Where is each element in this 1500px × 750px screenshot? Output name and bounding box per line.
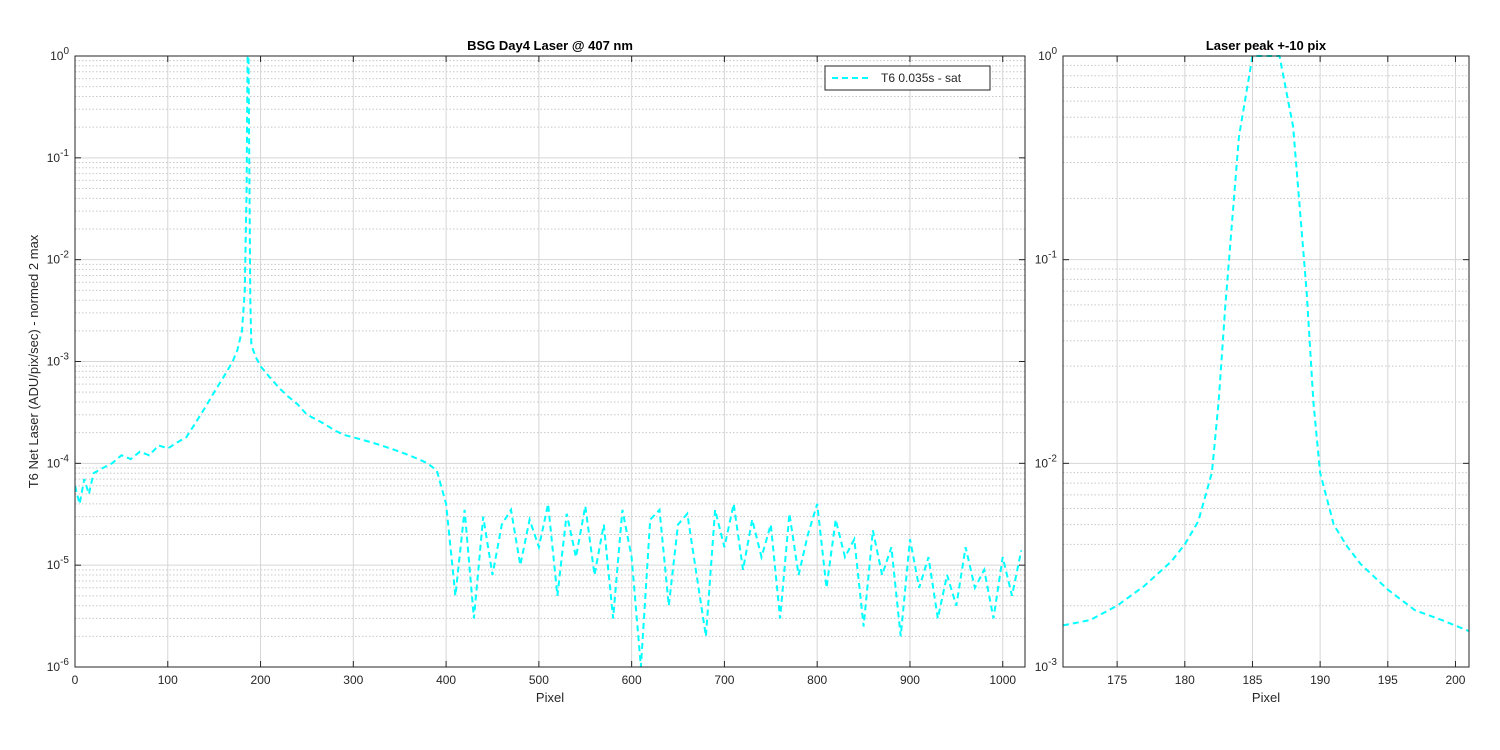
zoom-x-axis-label: Pixel xyxy=(1252,690,1280,705)
zoom-chart-title: Laser peak +-10 pix xyxy=(1206,38,1327,53)
zoom-x-tick-label: 175 xyxy=(1107,673,1127,687)
left-plot: 10-610-510-410-310-210-11000 100 200 300 400… xyxy=(26,38,1026,705)
main-x-tick-label: 1000 xyxy=(989,673,1016,687)
main-y-tick-label: 10-6 xyxy=(47,657,70,674)
main-x-tick-label: 800 xyxy=(807,673,827,687)
zoom-y-tick-label: 10-3 xyxy=(1035,657,1058,674)
zoom-x-tick-label: 180 xyxy=(1175,673,1195,687)
legend: T6 0.035s - sat xyxy=(824,65,991,91)
zoom-y-tick-label: 10-1 xyxy=(1035,250,1058,267)
main-y-tick-label: 10-1 xyxy=(47,148,70,165)
main-x-axis-label: Pixel xyxy=(536,690,564,705)
zoom-plot-area xyxy=(1063,56,1469,667)
main-x-tick-label: 100 xyxy=(158,673,178,687)
main-y-tick-label: 10-4 xyxy=(47,453,70,470)
main-x-tick-label: 600 xyxy=(622,673,642,687)
main-x-tick-label: 200 xyxy=(251,673,271,687)
main-x-tick-label: 400 xyxy=(436,673,456,687)
zoom-y-tick-label: 100 xyxy=(1038,46,1057,63)
right-plot: 10-3 10-2 10-1 100 175 180 185 190 195 200 Laser p… xyxy=(1035,38,1470,705)
main-y-tick-label: 10-5 xyxy=(47,555,70,572)
zoom-y-tick-label: 10-2 xyxy=(1035,453,1058,470)
main-x-tick-label: 0 xyxy=(72,673,79,687)
main-x-tick-label: 900 xyxy=(900,673,920,687)
zoom-x-tick-label: 185 xyxy=(1242,673,1262,687)
zoom-x-tick-label: 190 xyxy=(1310,673,1330,687)
main-x-tick-label: 700 xyxy=(714,673,734,687)
figure: 10-610-510-410-310-210-11000 100 200 300 400… xyxy=(26,38,1470,705)
main-chart-title: BSG Day4 Laser @ 407 nm xyxy=(467,38,633,53)
main-x-tick-label: 300 xyxy=(343,673,363,687)
main-y-tick-label: 10-2 xyxy=(47,250,70,267)
main-y-axis-label: T6 Net Laser (ADU/pix/sec) - normed 2 ma… xyxy=(26,234,41,488)
legend-label: T6 0.035s - sat xyxy=(881,71,962,85)
main-y-tick-label: 100 xyxy=(50,46,69,63)
main-x-tick-label: 500 xyxy=(529,673,549,687)
zoom-x-tick-label: 200 xyxy=(1445,673,1465,687)
zoom-x-tick-label: 195 xyxy=(1378,673,1398,687)
main-y-tick-label: 10-3 xyxy=(47,352,70,369)
